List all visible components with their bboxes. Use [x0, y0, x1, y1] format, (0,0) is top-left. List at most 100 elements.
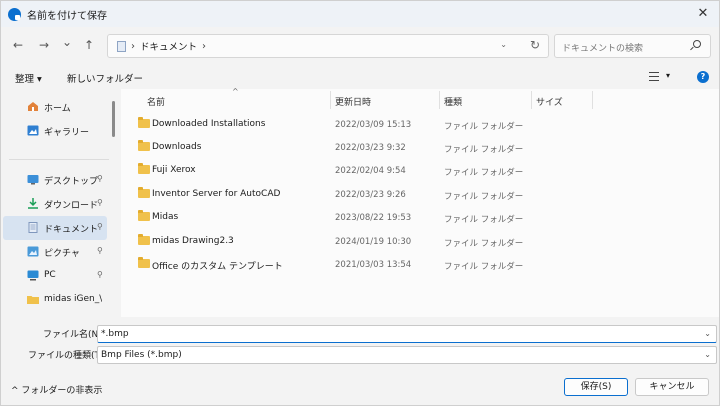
- file-date: 2022/03/23 9:32: [335, 143, 406, 153]
- folder-icon: [138, 117, 150, 128]
- filename-field[interactable]: *.bmp ⌄: [97, 325, 717, 343]
- sidebar-item-midas-igen[interactable]: midas iGen_\: [3, 288, 107, 312]
- file-name: Downloaded Installations: [152, 119, 266, 129]
- file-type: ファイル フォルダー: [444, 168, 524, 178]
- search-box[interactable]: ドキュメントの検索: [554, 34, 711, 58]
- table-row[interactable]: Fuji Xerox 2022/02/04 9:54 ファイル フォルダー: [121, 160, 719, 183]
- table-row[interactable]: Downloaded Installations 2022/03/09 15:1…: [121, 114, 719, 137]
- filetype-value: Bmp Files (*.bmp): [101, 350, 182, 360]
- breadcrumb-separator[interactable]: ›: [202, 41, 206, 52]
- pin-icon[interactable]: ⚲: [97, 270, 103, 279]
- table-row[interactable]: Inventor Server for AutoCAD 2022/03/23 9…: [121, 184, 719, 207]
- filetype-select[interactable]: Bmp Files (*.bmp) ⌄: [97, 346, 717, 364]
- recent-locations-button[interactable]: ⌄: [59, 34, 75, 50]
- file-type: ファイル フォルダー: [444, 239, 524, 249]
- file-type: ファイル フォルダー: [444, 122, 524, 132]
- table-row[interactable]: Office のカスタム テンプレート 2021/03/03 13:54 ファイ…: [121, 254, 719, 277]
- title-bar: 名前を付けて保存 ✕: [1, 1, 719, 27]
- file-type: ファイル フォルダー: [444, 145, 524, 155]
- file-date: 2024/01/19 10:30: [335, 237, 412, 247]
- column-header-size[interactable]: サイズ: [536, 89, 563, 111]
- file-name: midas Drawing2.3: [152, 236, 234, 246]
- sidebar-scrollbar[interactable]: [112, 101, 115, 137]
- sidebar-item-label: PC: [44, 270, 56, 280]
- sidebar-item-label: ダウンロード: [44, 201, 99, 211]
- sidebar-item-gallery[interactable]: ギャラリー: [3, 119, 107, 143]
- file-name: Inventor Server for AutoCAD: [152, 189, 281, 199]
- navigation-pane: ホーム ギャラリー デスクトップ ⚲ ダウンロード ⚲ ドキュメント ⚲ ピクチ…: [1, 89, 121, 317]
- folder-icon: [138, 140, 150, 151]
- file-date: 2021/03/03 13:54: [335, 260, 412, 270]
- filename-value[interactable]: *.bmp: [101, 329, 129, 339]
- pin-icon[interactable]: ⚲: [97, 198, 103, 207]
- column-divider[interactable]: [439, 91, 440, 109]
- file-name: Office のカスタム テンプレート: [152, 262, 283, 272]
- sidebar-item-downloads[interactable]: ダウンロード ⚲: [3, 192, 107, 216]
- column-header-date[interactable]: 更新日時: [335, 89, 371, 111]
- desktop-icon: [27, 174, 39, 185]
- sidebar-item-label: midas iGen_\: [44, 294, 103, 304]
- address-dropdown-icon[interactable]: ⌄: [500, 40, 507, 49]
- file-name: Fuji Xerox: [152, 165, 196, 175]
- refresh-icon[interactable]: ↻: [530, 38, 540, 52]
- gallery-icon: [27, 125, 39, 136]
- document-icon: [117, 40, 126, 52]
- sidebar-item-home[interactable]: ホーム: [3, 95, 107, 119]
- view-list-icon[interactable]: [649, 72, 659, 81]
- sidebar-item-label: デスクトップ: [44, 177, 99, 187]
- column-divider[interactable]: [330, 91, 331, 109]
- organize-button[interactable]: 整理 ▾: [15, 71, 42, 85]
- column-header-type[interactable]: 種類: [444, 89, 462, 111]
- table-row[interactable]: midas Drawing2.3 2024/01/19 10:30 ファイル フ…: [121, 231, 719, 254]
- help-icon[interactable]: ?: [697, 71, 709, 83]
- pc-icon: [27, 270, 39, 281]
- sidebar-divider: [9, 159, 109, 160]
- filetype-label: ファイルの種類(T):: [28, 351, 107, 361]
- file-name: Midas: [152, 212, 179, 222]
- file-type: ファイル フォルダー: [444, 262, 524, 272]
- column-divider[interactable]: [592, 91, 593, 109]
- hide-folders-toggle[interactable]: ^ フォルダーの非表示: [11, 383, 102, 396]
- forward-button[interactable]: →: [36, 37, 52, 53]
- column-header-name[interactable]: 名前: [147, 89, 165, 111]
- up-button[interactable]: ↑: [81, 37, 97, 53]
- sidebar-item-desktop[interactable]: デスクトップ ⚲: [3, 168, 107, 192]
- sort-ascending-icon: ^: [232, 87, 239, 96]
- save-as-dialog: 名前を付けて保存 ✕ ← → ⌄ ↑ › ドキュメント › ⌄ ↻ ドキュメント…: [0, 0, 720, 406]
- pin-icon[interactable]: ⚲: [97, 246, 103, 255]
- navigation-bar: ← → ⌄ ↑ › ドキュメント › ⌄ ↻ ドキュメントの検索: [1, 27, 719, 65]
- file-type: ファイル フォルダー: [444, 215, 524, 225]
- picture-icon: [27, 246, 39, 257]
- chevron-down-icon[interactable]: ⌄: [704, 350, 711, 359]
- table-row[interactable]: Midas 2023/08/22 19:53 ファイル フォルダー: [121, 207, 719, 230]
- folder-icon: [138, 163, 150, 174]
- save-button[interactable]: 保存(S): [564, 378, 628, 396]
- sidebar-item-pictures[interactable]: ピクチャ ⚲: [3, 240, 107, 264]
- cancel-button[interactable]: キャンセル: [635, 378, 709, 396]
- pin-icon[interactable]: ⚲: [97, 174, 103, 183]
- close-button[interactable]: ✕: [693, 5, 713, 23]
- sidebar-item-label: ホーム: [44, 104, 71, 114]
- sidebar-item-label: ギャラリー: [44, 128, 90, 138]
- command-bar: 整理 ▾ 新しいフォルダー ▾ ?: [1, 65, 719, 89]
- download-icon: [27, 198, 39, 209]
- file-date: 2022/02/04 9:54: [335, 166, 406, 176]
- pin-icon[interactable]: ⚲: [97, 222, 103, 231]
- column-divider[interactable]: [531, 91, 532, 109]
- new-folder-button[interactable]: 新しいフォルダー: [67, 71, 143, 85]
- sidebar-item-documents[interactable]: ドキュメント ⚲: [3, 216, 107, 240]
- file-date: 2022/03/09 15:13: [335, 120, 412, 130]
- back-button[interactable]: ←: [10, 37, 26, 53]
- breadcrumb-separator: ›: [131, 40, 135, 52]
- address-bar[interactable]: › ドキュメント › ⌄ ↻: [107, 34, 549, 58]
- view-dropdown-icon[interactable]: ▾: [666, 71, 670, 80]
- sidebar-item-pc[interactable]: PC ⚲: [3, 264, 107, 288]
- search-input[interactable]: ドキュメントの検索: [562, 41, 643, 54]
- folder-icon: [138, 187, 150, 198]
- chevron-down-icon[interactable]: ⌄: [704, 329, 711, 338]
- table-row[interactable]: Downloads 2022/03/23 9:32 ファイル フォルダー: [121, 137, 719, 160]
- breadcrumb-documents[interactable]: ドキュメント: [140, 39, 197, 53]
- file-type: ファイル フォルダー: [444, 192, 524, 202]
- document-icon: [27, 222, 39, 233]
- save-options-panel: ファイル名(N): *.bmp ⌄ ファイルの種類(T): Bmp Files …: [1, 317, 719, 405]
